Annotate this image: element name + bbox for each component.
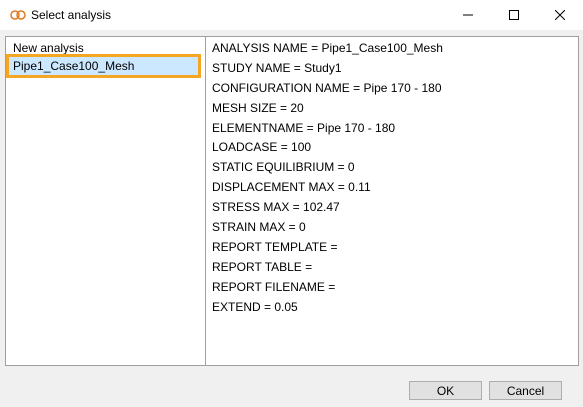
- close-icon: [555, 10, 565, 20]
- detail-analysis-name: ANALYSIS NAME = Pipe1_Case100_Mesh: [212, 41, 443, 55]
- maximize-icon: [509, 10, 519, 20]
- detail-report-template: REPORT TEMPLATE =: [212, 239, 338, 254]
- detail-study-name: STUDY NAME = Study1: [212, 60, 342, 75]
- detail-stress-max: STRESS MAX = 102.47: [212, 200, 340, 215]
- analysis-list[interactable]: New analysis Pipe1_Case100_Mesh: [5, 36, 206, 366]
- detail-report-table: REPORT TABLE =: [212, 259, 313, 274]
- ok-button[interactable]: OK: [409, 381, 482, 400]
- detail-static-equilibrium: STATIC EQUILIBRIUM = 0: [212, 160, 355, 175]
- title-bar: Select analysis: [0, 0, 583, 30]
- detail-report-filename: REPORT FILENAME =: [212, 279, 336, 294]
- window-title: Select analysis: [31, 8, 112, 22]
- app-icon: [10, 9, 26, 21]
- minimize-button[interactable]: [445, 0, 491, 30]
- detail-extend: EXTEND = 0.05: [212, 299, 298, 314]
- minimize-icon: [463, 14, 473, 16]
- detail-displacement-max: DISPLACEMENT MAX = 0.11: [212, 180, 371, 195]
- detail-strain-max: STRAIN MAX = 0: [212, 220, 306, 235]
- close-button[interactable]: [537, 0, 583, 30]
- analysis-details: ANALYSIS NAME = Pipe1_Case100_Mesh STUDY…: [212, 39, 443, 317]
- analysis-details-panel: ANALYSIS NAME = Pipe1_Case100_Mesh STUDY…: [205, 36, 579, 366]
- cancel-button[interactable]: Cancel: [489, 381, 562, 400]
- detail-loadcase: LOADCASE = 100: [212, 140, 312, 155]
- detail-configuration-name: CONFIGURATION NAME = Pipe 170 - 180: [212, 80, 442, 95]
- list-item-new-analysis[interactable]: New analysis: [9, 39, 84, 57]
- list-item-pipe1-case100-mesh[interactable]: Pipe1_Case100_Mesh: [6, 54, 201, 78]
- detail-element-name: ELEMENTNAME = Pipe 170 - 180: [212, 120, 396, 135]
- maximize-button[interactable]: [491, 0, 537, 30]
- detail-mesh-size: MESH SIZE = 20: [212, 100, 304, 115]
